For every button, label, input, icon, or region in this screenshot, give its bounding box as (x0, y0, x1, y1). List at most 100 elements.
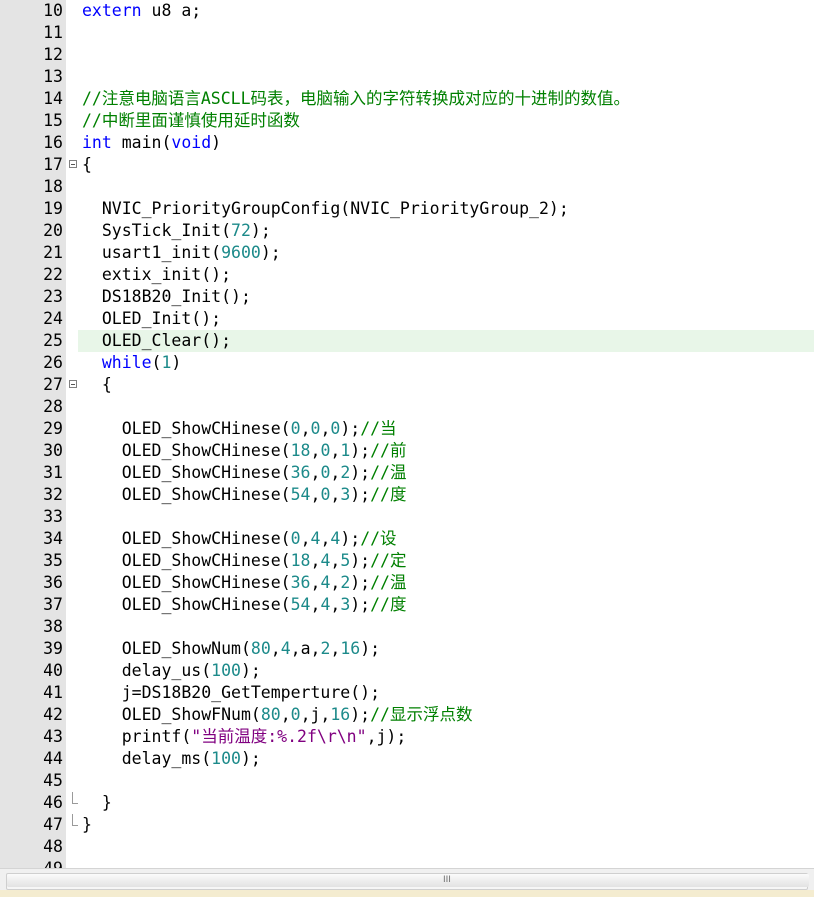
scrollbar-thumb[interactable]: III (7, 874, 809, 887)
code-line[interactable]: 16 int main(void) (0, 132, 814, 154)
code-token-plain: OLED_ShowCHinese( (82, 529, 291, 548)
code-text[interactable]: OLED_ShowCHinese(0,0,0);//当 (82, 418, 397, 440)
code-line[interactable]: 18 (0, 176, 814, 198)
code-text[interactable]: { (82, 374, 112, 396)
code-line[interactable]: 37 OLED_ShowCHinese(54,4,3);//度 (0, 594, 814, 616)
code-text[interactable]: delay_ms(100); (82, 748, 261, 770)
code-line[interactable]: 49 (0, 858, 814, 868)
code-text[interactable]: SysTick_Init(72); (82, 220, 271, 242)
code-text[interactable]: //中断里面谨慎使用延时函数 (82, 110, 300, 132)
code-line[interactable]: 28 (0, 396, 814, 418)
code-line[interactable]: 33 (0, 506, 814, 528)
code-token-plain: , (320, 419, 331, 438)
code-text[interactable]: OLED_Clear(); (82, 330, 231, 352)
scrollbar-track[interactable]: III (6, 873, 809, 890)
code-token-plain: ); (250, 221, 271, 240)
code-text[interactable]: } (82, 814, 92, 836)
code-token-com: //温 (370, 463, 407, 482)
code-token-plain: OLED_Clear(); (82, 331, 232, 350)
code-line[interactable]: 34 OLED_ShowCHinese(0,4,4);//设 (0, 528, 814, 550)
code-line[interactable]: 23 DS18B20_Init(); (0, 286, 814, 308)
code-text[interactable]: { (82, 154, 92, 176)
code-line[interactable]: 13 (0, 66, 814, 88)
code-line[interactable]: 14 //注意电脑语言ASCLL码表，电脑输入的字符转换成对应的十进制的数值。 (0, 88, 814, 110)
code-token-num: 4 (280, 639, 291, 658)
code-line[interactable]: 40 delay_us(100); (0, 660, 814, 682)
code-text[interactable]: NVIC_PriorityGroupConfig(NVIC_PriorityGr… (82, 198, 569, 220)
code-token-plain: , (330, 441, 341, 460)
code-token-plain: OLED_ShowCHinese( (82, 551, 291, 570)
code-text[interactable]: OLED_ShowCHinese(36,4,2);//温 (82, 572, 407, 594)
code-line[interactable]: 26 while(1) (0, 352, 814, 374)
code-line[interactable]: 12 (0, 44, 814, 66)
code-token-num: 100 (211, 749, 241, 768)
code-line[interactable]: 15 //中断里面谨慎使用延时函数 (0, 110, 814, 132)
code-text[interactable]: extern u8 a; (82, 0, 201, 22)
code-token-num: 0 (320, 485, 331, 504)
code-text[interactable]: } (82, 792, 112, 814)
code-line[interactable]: 11 (0, 22, 814, 44)
code-text[interactable]: OLED_ShowCHinese(18,0,1);//前 (82, 440, 407, 462)
code-line[interactable]: 27 { (0, 374, 814, 396)
code-line[interactable]: 46 } (0, 792, 814, 814)
code-line[interactable]: 17 { (0, 154, 814, 176)
code-line[interactable]: 19 NVIC_PriorityGroupConfig(NVIC_Priorit… (0, 198, 814, 220)
code-token-com: //定 (370, 551, 407, 570)
code-line[interactable]: 45 (0, 770, 814, 792)
line-number: 10 (43, 1, 63, 20)
code-token-com: //度 (370, 485, 407, 504)
code-line[interactable]: 47} (0, 814, 814, 836)
code-line[interactable]: 24 OLED_Init(); (0, 308, 814, 330)
code-text[interactable]: OLED_ShowFNum(80,0,j,16);//显示浮点数 (82, 704, 473, 726)
code-token-kw: extern (82, 1, 142, 20)
code-line[interactable]: 36 OLED_ShowCHinese(36,4,2);//温 (0, 572, 814, 594)
code-text[interactable]: //注意电脑语言ASCLL码表，电脑输入的字符转换成对应的十进制的数值。 (82, 88, 630, 110)
code-text[interactable]: j=DS18B20_GetTemperture(); (82, 682, 380, 704)
code-line[interactable]: 39 OLED_ShowNum(80,4,a,2,16); (0, 638, 814, 660)
code-text[interactable]: printf("当前温度:%.2f\r\n",j); (82, 726, 407, 748)
code-line[interactable]: 35 OLED_ShowCHinese(18,4,5);//定 (0, 550, 814, 572)
code-token-plain: OLED_ShowCHinese( (82, 419, 291, 438)
code-text[interactable]: DS18B20_Init(); (82, 286, 251, 308)
code-text[interactable]: delay_us(100); (82, 660, 261, 682)
code-text[interactable]: OLED_ShowCHinese(54,4,3);//度 (82, 594, 407, 616)
code-text[interactable]: while(1) (82, 352, 181, 374)
code-text[interactable]: int main(void) (82, 132, 221, 154)
code-text[interactable]: OLED_Init(); (82, 308, 221, 330)
fold-collapse-icon[interactable] (69, 160, 77, 168)
code-line[interactable]: 42 OLED_ShowFNum(80,0,j,16);//显示浮点数 (0, 704, 814, 726)
code-line[interactable]: 43 printf("当前温度:%.2f\r\n",j); (0, 726, 814, 748)
line-number: 46 (43, 793, 63, 812)
code-token-plain: ); (350, 463, 371, 482)
code-token-plain: ,a, (290, 639, 321, 658)
code-line[interactable]: 10 extern u8 a; (0, 0, 814, 22)
code-line[interactable]: 44 delay_ms(100); (0, 748, 814, 770)
code-token-plain: NVIC_PriorityGroupConfig(NVIC_PriorityGr… (82, 199, 569, 218)
code-text[interactable]: usart1_init(9600); (82, 242, 281, 264)
code-token-num: 54 (290, 595, 311, 614)
code-line[interactable]: 30 OLED_ShowCHinese(18,0,1);//前 (0, 440, 814, 462)
code-line[interactable]: 48 (0, 836, 814, 858)
code-text[interactable]: extix_init(); (82, 264, 231, 286)
fold-collapse-icon[interactable] (69, 380, 77, 388)
code-line[interactable]: 25 OLED_Clear(); (0, 330, 814, 352)
scrollbar-grip-icon: III (443, 875, 451, 885)
code-line[interactable]: 20 SysTick_Init(72); (0, 220, 814, 242)
code-line[interactable]: 22 extix_init(); (0, 264, 814, 286)
code-token-plain: OLED_ShowCHinese( (82, 485, 291, 504)
code-line[interactable]: 29 OLED_ShowCHinese(0,0,0);//当 (0, 418, 814, 440)
code-token-num: 16 (340, 639, 361, 658)
code-text[interactable]: OLED_ShowCHinese(18,4,5);//定 (82, 550, 407, 572)
code-text[interactable]: OLED_ShowCHinese(0,4,4);//设 (82, 528, 397, 550)
code-line[interactable]: 31 OLED_ShowCHinese(36,0,2);//温 (0, 462, 814, 484)
code-line[interactable]: 41 j=DS18B20_GetTemperture(); (0, 682, 814, 704)
code-token-plain: ); (350, 595, 371, 614)
code-editor[interactable]: 10 extern u8 a; 11 12 13 14//注意电脑语言ASCLL码表，电脑… (0, 0, 814, 868)
code-line[interactable]: 21 usart1_init(9600); (0, 242, 814, 264)
code-text[interactable]: OLED_ShowCHinese(54,0,3);//度 (82, 484, 407, 506)
code-text[interactable]: OLED_ShowCHinese(36,0,2);//温 (82, 462, 407, 484)
code-line[interactable]: 32 OLED_ShowCHinese(54,0,3);//度 (0, 484, 814, 506)
code-line[interactable]: 38 (0, 616, 814, 638)
code-text[interactable]: OLED_ShowNum(80,4,a,2,16); (82, 638, 380, 660)
